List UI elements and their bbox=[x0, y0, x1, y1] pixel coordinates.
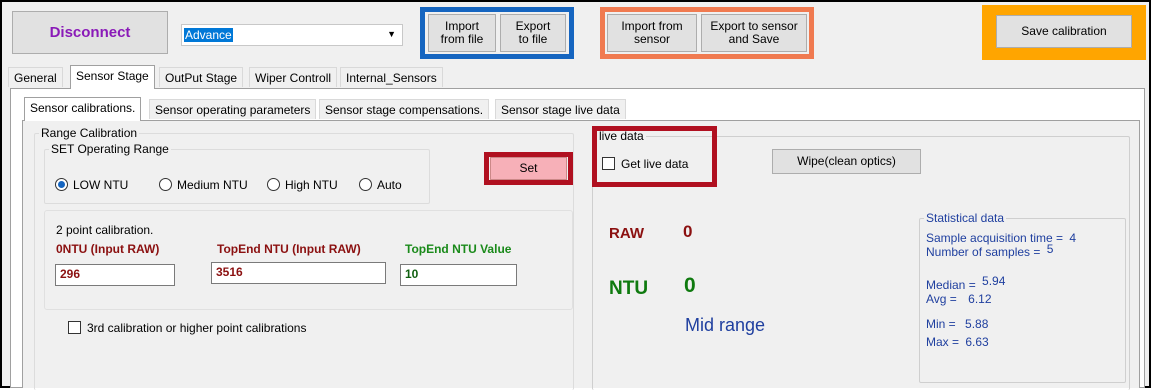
maximum-label: Max = bbox=[926, 335, 960, 349]
tab-output-stage[interactable]: OutPut Stage bbox=[159, 67, 244, 87]
number-of-samples: Number of samples = 5 bbox=[926, 242, 1054, 259]
median: Median = 5.94 bbox=[926, 274, 1005, 292]
topend-value-label: TopEnd NTU Value bbox=[405, 242, 512, 256]
topend-value-input[interactable]: 10 bbox=[400, 264, 517, 286]
radio-auto-indicator bbox=[359, 178, 372, 191]
average-label: Avg = bbox=[926, 292, 957, 306]
radio-high-ntu-indicator bbox=[267, 178, 280, 191]
radio-high-ntu-label: High NTU bbox=[285, 178, 338, 192]
set-operating-range-group: SET Operating Range bbox=[44, 142, 430, 204]
topend-raw-input[interactable]: 3516 bbox=[211, 262, 386, 284]
tab-sensor-calibrations[interactable]: Sensor calibrations. bbox=[24, 97, 142, 121]
tab-sensor-stage-live-data[interactable]: Sensor stage live data bbox=[495, 99, 626, 119]
mode-select[interactable]: Advance ▼ bbox=[181, 24, 403, 46]
median-value: 5.94 bbox=[982, 274, 1006, 288]
zero-ntu-input[interactable]: 296 bbox=[55, 264, 175, 286]
median-label: Median = bbox=[926, 278, 976, 292]
get-live-data-check-box bbox=[602, 157, 615, 170]
get-live-data-checkbox[interactable]: Get live data bbox=[602, 157, 688, 171]
third-point-label: 3rd calibration or higher point calibrat… bbox=[87, 321, 307, 335]
statistical-data-title: Statistical data bbox=[926, 211, 1005, 225]
save-calibration-button[interactable]: Save calibration bbox=[996, 15, 1132, 48]
radio-medium-ntu-indicator bbox=[159, 178, 172, 191]
tab-general[interactable]: General bbox=[8, 67, 63, 87]
import-from-sensor-button[interactable]: Import from sensor bbox=[607, 14, 697, 52]
tab-sensor-stage-compensations[interactable]: Sensor stage compensations. bbox=[319, 99, 490, 119]
average: Avg = 6.12 bbox=[926, 292, 992, 306]
tab-internal-sensors[interactable]: Internal_Sensors bbox=[340, 67, 443, 87]
raw-label: RAW bbox=[609, 225, 644, 242]
acquisition-time: Sample acquisition time = 4 bbox=[926, 231, 1076, 245]
topend-raw-label: TopEnd NTU (Input RAW) bbox=[217, 242, 361, 256]
range-calibration-title: Range Calibration bbox=[41, 126, 138, 140]
number-of-samples-label: Number of samples = bbox=[926, 245, 1041, 259]
maximum-value: 6.63 bbox=[965, 335, 989, 349]
third-point-check-box bbox=[68, 321, 81, 334]
disconnect-button[interactable]: Disconnect bbox=[12, 11, 168, 54]
set-range-button[interactable]: Set bbox=[490, 157, 567, 180]
radio-high-ntu[interactable]: High NTU bbox=[267, 178, 338, 192]
radio-low-ntu[interactable]: LOW NTU bbox=[55, 178, 128, 192]
radio-auto-label: Auto bbox=[377, 178, 402, 192]
range-status: Mid range bbox=[685, 315, 766, 335]
import-from-file-button[interactable]: Import from file bbox=[428, 14, 496, 52]
minimum: Min = 5.88 bbox=[926, 317, 988, 331]
two-point-title: 2 point calibration. bbox=[56, 223, 154, 237]
radio-low-ntu-label: LOW NTU bbox=[73, 178, 129, 192]
wipe-clean-optics-button[interactable]: Wipe(clean optics) bbox=[772, 149, 921, 174]
minimum-value: 5.88 bbox=[965, 317, 989, 331]
app-window: Disconnect Advance ▼ Import from file Ex… bbox=[0, 0, 1151, 390]
number-of-samples-value: 5 bbox=[1046, 242, 1054, 256]
maximum: Max = 6.63 bbox=[926, 335, 989, 349]
average-value: 6.12 bbox=[968, 292, 992, 306]
set-operating-range-title: SET Operating Range bbox=[51, 142, 169, 156]
tab-sensor-stage[interactable]: Sensor Stage bbox=[70, 65, 155, 89]
ntu-value: 0 bbox=[684, 274, 696, 297]
chevron-down-icon: ▼ bbox=[387, 29, 396, 39]
radio-auto[interactable]: Auto bbox=[359, 178, 402, 192]
tab-wiper-controll[interactable]: Wiper Controll bbox=[249, 67, 338, 87]
radio-medium-ntu-label: Medium NTU bbox=[177, 178, 248, 192]
export-to-sensor-button[interactable]: Export to sensor and Save bbox=[701, 14, 807, 52]
acquisition-time-value: 4 bbox=[1069, 231, 1077, 245]
ntu-label: NTU bbox=[609, 278, 649, 299]
minimum-label: Min = bbox=[926, 317, 956, 331]
export-to-file-button[interactable]: Export to file bbox=[500, 14, 566, 52]
acquisition-time-label: Sample acquisition time = bbox=[926, 231, 1064, 245]
mode-select-value: Advance bbox=[184, 28, 233, 42]
third-point-checkbox[interactable]: 3rd calibration or higher point calibrat… bbox=[68, 321, 306, 335]
radio-medium-ntu[interactable]: Medium NTU bbox=[159, 178, 248, 192]
raw-value: 0 bbox=[683, 222, 693, 241]
radio-low-ntu-indicator bbox=[55, 178, 68, 191]
zero-ntu-label: 0NTU (Input RAW) bbox=[56, 242, 160, 256]
get-live-data-label: Get live data bbox=[621, 157, 689, 171]
tab-sensor-operating-parameters[interactable]: Sensor operating parameters bbox=[149, 99, 317, 119]
